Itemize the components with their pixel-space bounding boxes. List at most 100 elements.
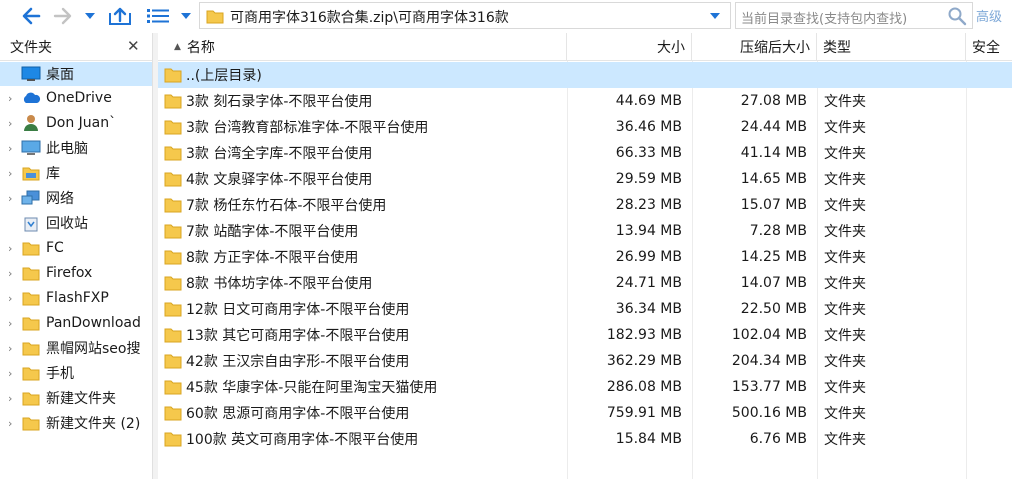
view-mode-button[interactable] [146, 3, 170, 28]
expand-arrow[interactable]: › [8, 92, 20, 105]
tree-item-label: 黑帽网站seo搜 [46, 341, 141, 357]
table-row[interactable]: 8款 书体坊字体-不限平台使用 24.71 MB 14.07 MB 文件夹 [158, 270, 1012, 296]
column-header-type[interactable]: 类型 [817, 33, 966, 61]
tree-item-user[interactable]: › Don Juan` [0, 111, 152, 135]
column-header-label: 名称 [186, 40, 215, 56]
name-cell: 8款 方正字体-不限平台使用 [164, 244, 564, 270]
back-button[interactable] [18, 3, 44, 28]
table-row[interactable]: 12款 日文可商用字体-不限平台使用 36.34 MB 22.50 MB 文件夹 [158, 296, 1012, 322]
expand-arrow[interactable]: › [8, 317, 20, 330]
expand-arrow[interactable]: › [8, 117, 20, 130]
tree-item-folder[interactable]: › 黑帽网站seo搜 [0, 336, 152, 360]
size-cell: 66.33 MB [615, 145, 682, 161]
type-cell: 文件夹 [824, 354, 866, 370]
compressed-size-cell: 7.28 MB [749, 223, 807, 239]
view-mode-dropdown-button[interactable] [178, 3, 194, 28]
folder-icon [164, 406, 182, 420]
type-cell: 文件夹 [824, 94, 866, 110]
column-header-name[interactable]: ▲ 名称 [158, 33, 567, 61]
name-cell: 3款 刻石录字体-不限平台使用 [164, 88, 564, 114]
expand-arrow[interactable]: › [8, 392, 20, 405]
column-header-compressed-size[interactable]: 压缩后大小 [692, 33, 817, 61]
tree-item-folder[interactable]: › FC [0, 236, 152, 260]
expand-arrow[interactable]: › [8, 142, 20, 155]
tree-item-network[interactable]: › 网络 [0, 186, 152, 210]
table-row[interactable]: 60款 思源可商用字体-不限平台使用 759.91 MB 500.16 MB 文… [158, 400, 1012, 426]
folder-icon [20, 289, 42, 307]
folder-icon [164, 302, 182, 316]
compressed-size-cell: 14.25 MB [740, 249, 807, 265]
compressed-size-cell: 500.16 MB [731, 405, 807, 421]
table-row[interactable]: 8款 方正字体-不限平台使用 26.99 MB 14.25 MB 文件夹 [158, 244, 1012, 270]
type-cell: 文件夹 [824, 120, 866, 136]
folder-icon [164, 432, 182, 446]
table-row-parent-directory[interactable]: ..(上层目录) [158, 62, 1012, 88]
table-row[interactable]: 3款 台湾全字库-不限平台使用 66.33 MB 41.14 MB 文件夹 [158, 140, 1012, 166]
table-row[interactable]: 100款 英文可商用字体-不限平台使用 15.84 MB 6.76 MB 文件夹 [158, 426, 1012, 452]
table-row[interactable]: 13款 其它可商用字体-不限平台使用 182.93 MB 102.04 MB 文… [158, 322, 1012, 348]
expand-arrow[interactable]: › [8, 367, 20, 380]
table-row[interactable]: 4款 文泉驿字体-不限平台使用 29.59 MB 14.65 MB 文件夹 [158, 166, 1012, 192]
table-row[interactable]: 7款 站酷字体-不限平台使用 13.94 MB 7.28 MB 文件夹 [158, 218, 1012, 244]
name-cell: 7款 杨任东竹石体-不限平台使用 [164, 192, 564, 218]
type-cell: 文件夹 [824, 172, 866, 188]
size-cell: 44.69 MB [615, 93, 682, 109]
tree-item-folder[interactable]: › PanDownload [0, 311, 152, 335]
search-icon[interactable] [947, 6, 967, 26]
name-cell: 7款 站酷字体-不限平台使用 [164, 218, 564, 244]
up-folder-button[interactable] [106, 3, 134, 28]
tree-item-label: PanDownload [46, 315, 141, 331]
advanced-search-link[interactable]: 高级 [976, 6, 1002, 25]
compressed-size-cell: 153.77 MB [731, 379, 807, 395]
expand-arrow[interactable]: › [8, 417, 20, 430]
tree-item-onedrive[interactable]: › OneDrive [0, 86, 152, 110]
chevron-down-icon[interactable] [708, 6, 722, 26]
table-row[interactable]: 7款 杨任东竹石体-不限平台使用 28.23 MB 15.07 MB 文件夹 [158, 192, 1012, 218]
name-cell: 42款 王汉宗自由字形-不限平台使用 [164, 348, 564, 374]
size-cell: 182.93 MB [606, 327, 682, 343]
column-header-size[interactable]: 大小 [567, 33, 692, 61]
table-row[interactable]: 45款 华康字体-只能在阿里淘宝天猫使用 286.08 MB 153.77 MB… [158, 374, 1012, 400]
forward-button[interactable] [52, 3, 74, 28]
tree-item-folder[interactable]: › 新建文件夹 (2) [0, 411, 152, 435]
expand-arrow[interactable]: › [8, 242, 20, 255]
chevron-down-icon [85, 12, 95, 19]
column-header-label: 压缩后大小 [740, 40, 810, 56]
close-icon[interactable]: ✕ [127, 37, 140, 55]
table-row[interactable]: 42款 王汉宗自由字形-不限平台使用 362.29 MB 204.34 MB 文… [158, 348, 1012, 374]
tree-item-library[interactable]: › 库 [0, 161, 152, 185]
tree-item-folder[interactable]: › FlashFXP [0, 286, 152, 310]
expand-arrow[interactable]: › [8, 342, 20, 355]
folder-icon [20, 239, 42, 257]
tree-item-folder[interactable]: › 手机 [0, 361, 152, 385]
folder-pane-header: 文件夹 ✕ [0, 33, 152, 61]
tree-item-this-pc[interactable]: › 此电脑 [0, 136, 152, 160]
tree-item-folder[interactable]: › 新建文件夹 [0, 386, 152, 410]
tree-item-folder[interactable]: › Firefox [0, 261, 152, 285]
history-dropdown-button[interactable] [82, 3, 98, 28]
tree-item-label: 网络 [46, 191, 74, 207]
folder-tree-pane: 文件夹 ✕ 桌面 › OneDrive › Don Juan` › 此电脑 › [0, 33, 153, 479]
file-name: 60款 思源可商用字体-不限平台使用 [186, 406, 410, 422]
tree-item-desktop[interactable]: 桌面 [0, 62, 152, 86]
column-header-label: 类型 [823, 40, 851, 56]
column-header-label: 大小 [657, 40, 685, 56]
compressed-size-cell: 14.65 MB [740, 171, 807, 187]
search-input[interactable]: 当前目录查找(支持包内查找) [735, 2, 973, 29]
expand-arrow[interactable]: › [8, 292, 20, 305]
expand-arrow[interactable]: › [8, 267, 20, 280]
size-cell: 759.91 MB [606, 405, 682, 421]
expand-arrow[interactable]: › [8, 192, 20, 205]
type-cell: 文件夹 [824, 276, 866, 292]
expand-arrow[interactable]: › [8, 167, 20, 180]
name-cell: 3款 台湾全字库-不限平台使用 [164, 140, 564, 166]
compressed-size-cell: 27.08 MB [740, 93, 807, 109]
tree-item-recycle-bin[interactable]: 回收站 [0, 211, 152, 235]
cloud-icon [20, 89, 42, 107]
table-row[interactable]: 3款 刻石录字体-不限平台使用 44.69 MB 27.08 MB 文件夹 [158, 88, 1012, 114]
address-bar[interactable]: 可商用字体316款合集.zip\可商用字体316款 [199, 2, 731, 29]
tree-item-label: Don Juan` [46, 115, 117, 131]
list-view-icon [147, 8, 169, 23]
table-row[interactable]: 3款 台湾教育部标准字体-不限平台使用 36.46 MB 24.44 MB 文件… [158, 114, 1012, 140]
column-header-security[interactable]: 安全 [966, 33, 1012, 61]
